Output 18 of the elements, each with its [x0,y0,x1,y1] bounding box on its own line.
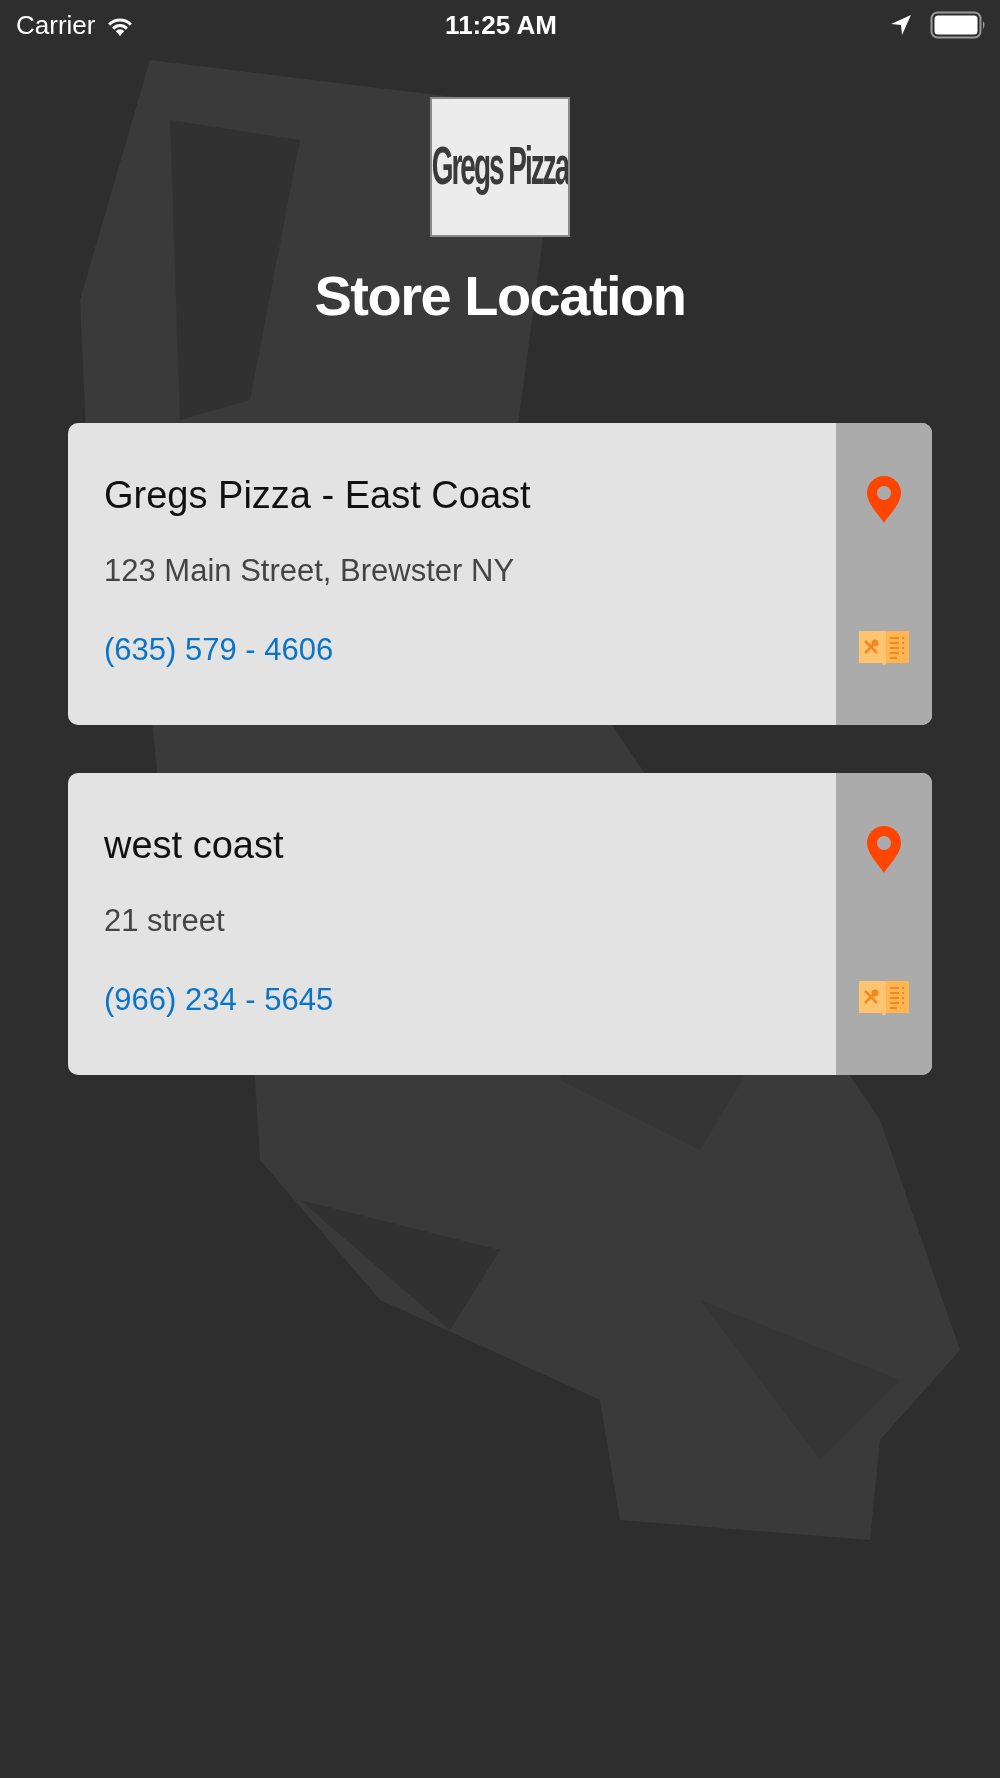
store-card[interactable]: west coast 21 street (966) 234 - 5645 [68,773,932,1075]
status-time: 11:25 AM [445,9,557,41]
location-arrow-icon [890,14,912,36]
phone-link[interactable]: (966) 234 - 5645 [104,982,334,1018]
store-address: 123 Main Street, Brewster NY [104,553,515,589]
map-pin-icon[interactable] [865,826,903,874]
map-pin-icon[interactable] [865,476,903,524]
menu-book-icon[interactable] [859,979,909,1015]
logo-text: Gregs Pizza [432,136,568,198]
page-title: Store Location [314,263,686,329]
store-name: west coast [104,823,284,867]
store-name: Gregs Pizza - East Coast [104,473,531,517]
menu-book-icon[interactable] [859,629,909,665]
store-card[interactable]: Gregs Pizza - East Coast 123 Main Street, Brewster NY (635) 579 - 4606 [68,423,932,725]
store-address: 21 street [104,903,225,939]
battery-icon [930,11,986,39]
carrier-name: Carrier [16,9,96,41]
phone-link[interactable]: (635) 579 - 4606 [104,632,334,668]
